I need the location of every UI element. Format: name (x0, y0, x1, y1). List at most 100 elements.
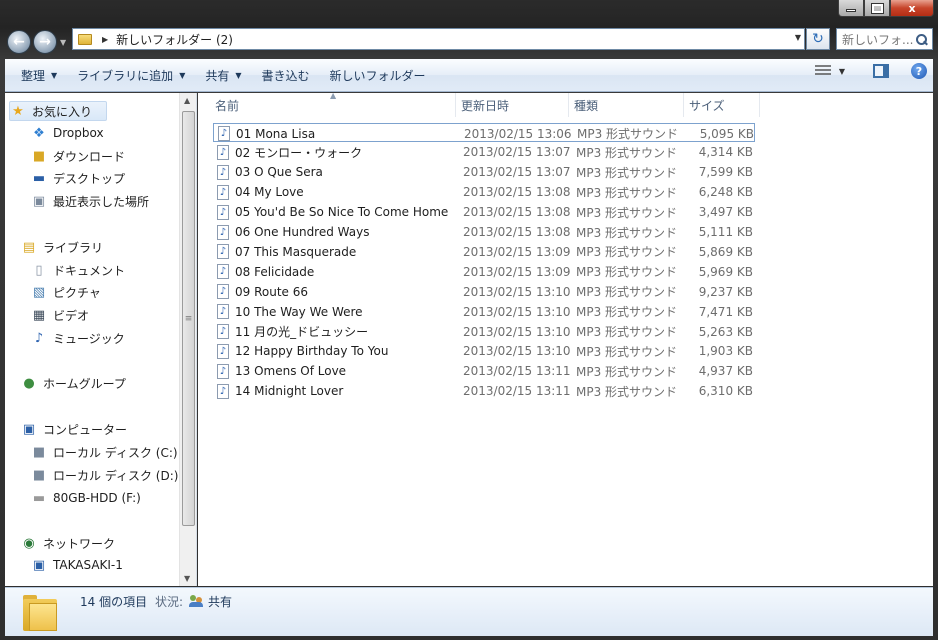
address-dropdown-icon[interactable]: ▼ (795, 33, 801, 42)
nav-homegroup[interactable]: ● ホームグループ (21, 373, 126, 393)
pictures-icon: ▧ (32, 284, 46, 300)
search-input[interactable]: 新しいフォ... (836, 28, 933, 50)
audio-file-icon: ♪ (217, 224, 229, 240)
search-placeholder: 新しいフォ... (842, 32, 914, 47)
back-button[interactable]: ← (7, 30, 31, 54)
file-date: 2013/02/15 13:11 (463, 364, 571, 379)
file-name: 02 モンロー・ウォーク (235, 145, 363, 160)
audio-file-icon: ♪ (217, 304, 229, 320)
nav-drive-f[interactable]: ▬ 80GB-HDD (F:) (31, 488, 141, 508)
nav-pictures[interactable]: ▧ ピクチャ (31, 282, 101, 302)
file-size: 5,969 KB (698, 264, 753, 279)
file-name: 07 This Masquerade (235, 244, 357, 259)
organize-button[interactable]: 整理 ▼ (11, 63, 67, 87)
recent-pages-dropdown-icon[interactable]: ▼ (60, 38, 66, 47)
nav-favorites[interactable]: ★ お気に入り (9, 101, 107, 121)
file-date: 2013/02/15 13:10 (463, 324, 571, 339)
file-name-cell: ♪ 09 Route 66 (217, 282, 449, 301)
address-bar[interactable]: ▶ 新しいフォルダー (2) ▼ (72, 28, 805, 50)
file-size: 4,314 KB (698, 145, 753, 160)
nav-drive-d[interactable]: ■ ローカル ディスク (D:) (31, 465, 179, 485)
nav-libraries[interactable]: ▤ ライブラリ (21, 237, 103, 257)
file-row[interactable]: ♪ 13 Omens Of Love 2013/02/15 13:11 MP3 形式サ… (213, 362, 755, 381)
nav-music[interactable]: ♪ ミュージック (31, 328, 125, 348)
column-label: 名前 (215, 98, 240, 113)
state-value: 共有 (189, 593, 232, 610)
preview-pane-icon[interactable] (873, 64, 889, 78)
forward-button[interactable]: → (33, 30, 57, 54)
share-button[interactable]: 共有 ▼ (195, 63, 251, 87)
nav-computer[interactable]: ▣ コンピューター (21, 419, 127, 439)
breadcrumb-current-folder[interactable]: 新しいフォルダー (2) (116, 31, 233, 48)
file-name-cell: ♪ 01 Mona Lisa (218, 124, 450, 143)
column-size[interactable]: サイズ (684, 93, 760, 117)
breadcrumb-separator-icon[interactable]: ▶ (102, 35, 108, 44)
file-name: 04 My Love (235, 185, 304, 200)
scroll-down-icon[interactable]: ▼ (184, 574, 190, 583)
file-row[interactable]: ♪ 12 Happy Birthday To You 2013/02/15 13:1… (213, 342, 755, 361)
nav-dropbox[interactable]: ❖ Dropbox (31, 123, 104, 143)
file-row[interactable]: ♪ 09 Route 66 2013/02/15 13:10 MP3 形式サウンド 9,… (213, 282, 755, 301)
file-row[interactable]: ♪ 08 Felicidade 2013/02/15 13:09 MP3 形式サウンド… (213, 262, 755, 281)
audio-file-icon: ♪ (217, 264, 229, 280)
file-row[interactable]: ♪ 03 O Que Sera 2013/02/15 13:07 MP3 形式サウンド… (213, 163, 755, 182)
nav-label: Dropbox (53, 126, 104, 140)
file-row[interactable]: ♪ 05 You'd Be So Nice To Come Home... 2013… (213, 203, 755, 222)
file-date: 2013/02/15 13:07 (463, 145, 571, 160)
change-view-icon[interactable] (814, 65, 831, 77)
audio-file-icon: ♪ (218, 126, 230, 141)
maximize-button[interactable] (864, 0, 890, 17)
file-row[interactable]: ♪ 07 This Masquerade 2013/02/15 13:09 MP3 形… (213, 242, 755, 261)
nav-documents[interactable]: ▯ ドキュメント (31, 260, 125, 280)
nav-downloads[interactable]: ■ ダウンロード (31, 146, 125, 166)
nav-label: ネットワーク (43, 536, 116, 551)
file-size: 7,599 KB (698, 165, 753, 180)
nav-desktop[interactable]: ▬ デスクトップ (31, 168, 125, 188)
file-date: 2013/02/15 13:06 (464, 126, 572, 141)
view-options-dropdown-icon[interactable]: ▼ (839, 67, 845, 76)
file-date: 2013/02/15 13:07 (463, 165, 571, 180)
nav-videos[interactable]: ▦ ビデオ (31, 305, 89, 325)
column-type[interactable]: 種類 (569, 93, 684, 117)
file-row[interactable]: ♪ 04 My Love 2013/02/15 13:08 MP3 形式サウンド 6,2… (213, 183, 755, 202)
audio-file-icon: ♪ (217, 164, 229, 180)
file-type: MP3 形式サウンド (576, 344, 678, 359)
file-name-cell: ♪ 14 Midnight Lover (217, 382, 449, 401)
close-button[interactable]: x (890, 0, 934, 17)
file-name-cell: ♪ 03 O Que Sera (217, 163, 449, 182)
nav-label: デスクトップ (53, 171, 126, 186)
refresh-button[interactable]: ↻ (806, 28, 830, 50)
audio-file-icon: ♪ (217, 144, 229, 160)
burn-label: 書き込む (261, 68, 310, 83)
file-date: 2013/02/15 13:09 (463, 244, 571, 259)
nav-label: ドキュメント (53, 263, 126, 278)
column-date-modified[interactable]: 更新日時 (456, 93, 569, 117)
file-row[interactable]: ♪ 14 Midnight Lover 2013/02/15 13:11 MP3 形式… (213, 382, 755, 401)
file-name: 08 Felicidade (235, 264, 315, 279)
music-icon: ♪ (34, 330, 44, 346)
help-icon[interactable]: ? (911, 63, 927, 79)
scrollbar-thumb[interactable]: ≡ (182, 111, 195, 526)
file-type: MP3 形式サウンド (576, 165, 678, 180)
scroll-up-icon[interactable]: ▲ (184, 96, 190, 105)
item-count: 14 個の項目 (80, 595, 148, 609)
burn-button[interactable]: 書き込む (252, 63, 320, 87)
navpane-scrollbar[interactable]: ▲ ≡ ▼ (179, 93, 196, 586)
file-type: MP3 形式サウンド (576, 205, 678, 220)
file-row[interactable]: ♪ 02 モンロー・ウォーク 2013/02/15 13:07 MP3 形式サウンド 4… (213, 143, 755, 162)
nav-network-takasaki[interactable]: ▣ TAKASAKI-1 (31, 555, 123, 575)
file-row[interactable]: ♪ 10 The Way We Were 2013/02/15 13:10 MP3 形… (213, 302, 755, 321)
file-row[interactable]: ♪ 01 Mona Lisa 2013/02/15 13:06 MP3 形式サウンド 5… (213, 123, 755, 142)
file-row[interactable]: ♪ 06 One Hundred Ways 2013/02/15 13:08 MP3 … (213, 223, 755, 242)
include-in-library-button[interactable]: ライブラリに追加 ▼ (67, 63, 195, 87)
column-name[interactable]: 名前 (210, 93, 456, 117)
file-size: 5,263 KB (698, 324, 753, 339)
new-folder-button[interactable]: 新しいフォルダー (320, 63, 436, 87)
forward-arrow-icon: → (39, 34, 51, 50)
nav-recent-places[interactable]: ▣ 最近表示した場所 (31, 191, 149, 211)
file-row[interactable]: ♪ 11 月の光_ドビュッシー 2013/02/15 13:10 MP3 形式サウンド… (213, 322, 755, 341)
nav-network[interactable]: ◉ ネットワーク (21, 533, 115, 553)
minimize-button[interactable] (838, 0, 864, 17)
nav-drive-c[interactable]: ■ ローカル ディスク (C:) (31, 442, 178, 462)
file-name: 10 The Way We Were (235, 304, 363, 319)
